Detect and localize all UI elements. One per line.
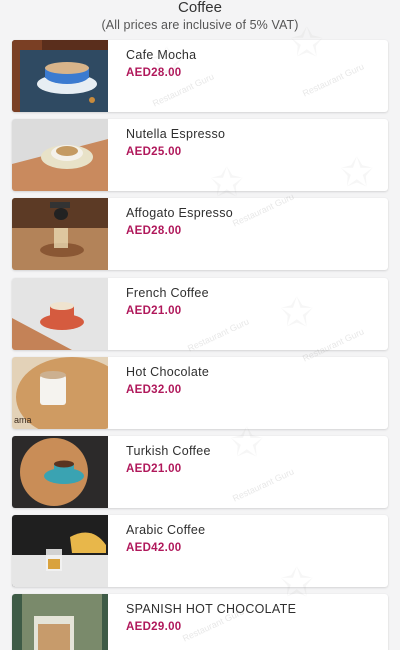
item-price: AED21.00 xyxy=(126,462,182,475)
svg-text:ama: ama xyxy=(14,415,32,425)
french-coffee-image xyxy=(12,277,108,350)
item-name: Hot Chocolate xyxy=(126,364,210,379)
item-name: Arabic Coffee xyxy=(126,523,206,538)
item-price: AED29.00 xyxy=(126,621,182,634)
spanish-hot-chocolate-image xyxy=(12,594,108,650)
item-price: AED28.00 xyxy=(126,67,182,79)
item-name: SPANISH HOT CHOCOLATE xyxy=(126,602,297,617)
item-name: Turkish Coffee xyxy=(126,443,211,458)
item-price: AED32.00 xyxy=(126,383,182,396)
menu-header: Coffee (All prices are inclusive of 5% V… xyxy=(0,0,400,38)
item-price: AED25.00 xyxy=(126,146,182,159)
menu-item-cafe-mocha[interactable]: Cafe Mocha AED28.00 xyxy=(12,40,388,112)
turkish-coffee-image xyxy=(12,435,108,508)
arabic-coffee-image xyxy=(12,515,108,588)
vat-note: (All prices are inclusive of 5% VAT) xyxy=(101,18,299,32)
item-price: AED42.00 xyxy=(126,542,182,555)
nutella-espresso-image xyxy=(12,119,108,192)
item-name: Nutella Espresso xyxy=(126,127,226,142)
hot-chocolate-image: ama xyxy=(12,356,108,429)
menu-item-spanish-hot-chocolate[interactable]: SPANISH HOT CHOCOLATE AED29.00 xyxy=(12,594,388,650)
category-title: Coffee xyxy=(178,0,222,16)
item-name: Cafe Mocha xyxy=(126,48,197,62)
menu-item-arabic-coffee[interactable]: Arabic Coffee AED42.00 xyxy=(12,515,388,588)
item-price: AED21.00 xyxy=(126,304,182,317)
item-name: French Coffee xyxy=(126,285,209,300)
item-price: AED28.00 xyxy=(126,225,182,238)
menu-item-list: Cafe Mocha AED28.00 Nutella Espresso AED… xyxy=(12,40,388,650)
menu-item-nutella-espresso[interactable]: Nutella Espresso AED25.00 xyxy=(12,119,388,192)
affogato-espresso-image xyxy=(12,198,108,271)
menu-item-turkish-coffee[interactable]: Turkish Coffee AED21.00 xyxy=(12,435,388,508)
menu-item-french-coffee[interactable]: French Coffee AED21.00 xyxy=(12,277,388,350)
cafe-mocha-image xyxy=(12,40,108,112)
menu-item-affogato-espresso[interactable]: Affogato Espresso AED28.00 xyxy=(12,198,388,271)
menu-item-hot-chocolate[interactable]: ama Hot Chocolate AED32.00 xyxy=(12,356,388,429)
item-name: Affogato Espresso xyxy=(126,206,234,221)
